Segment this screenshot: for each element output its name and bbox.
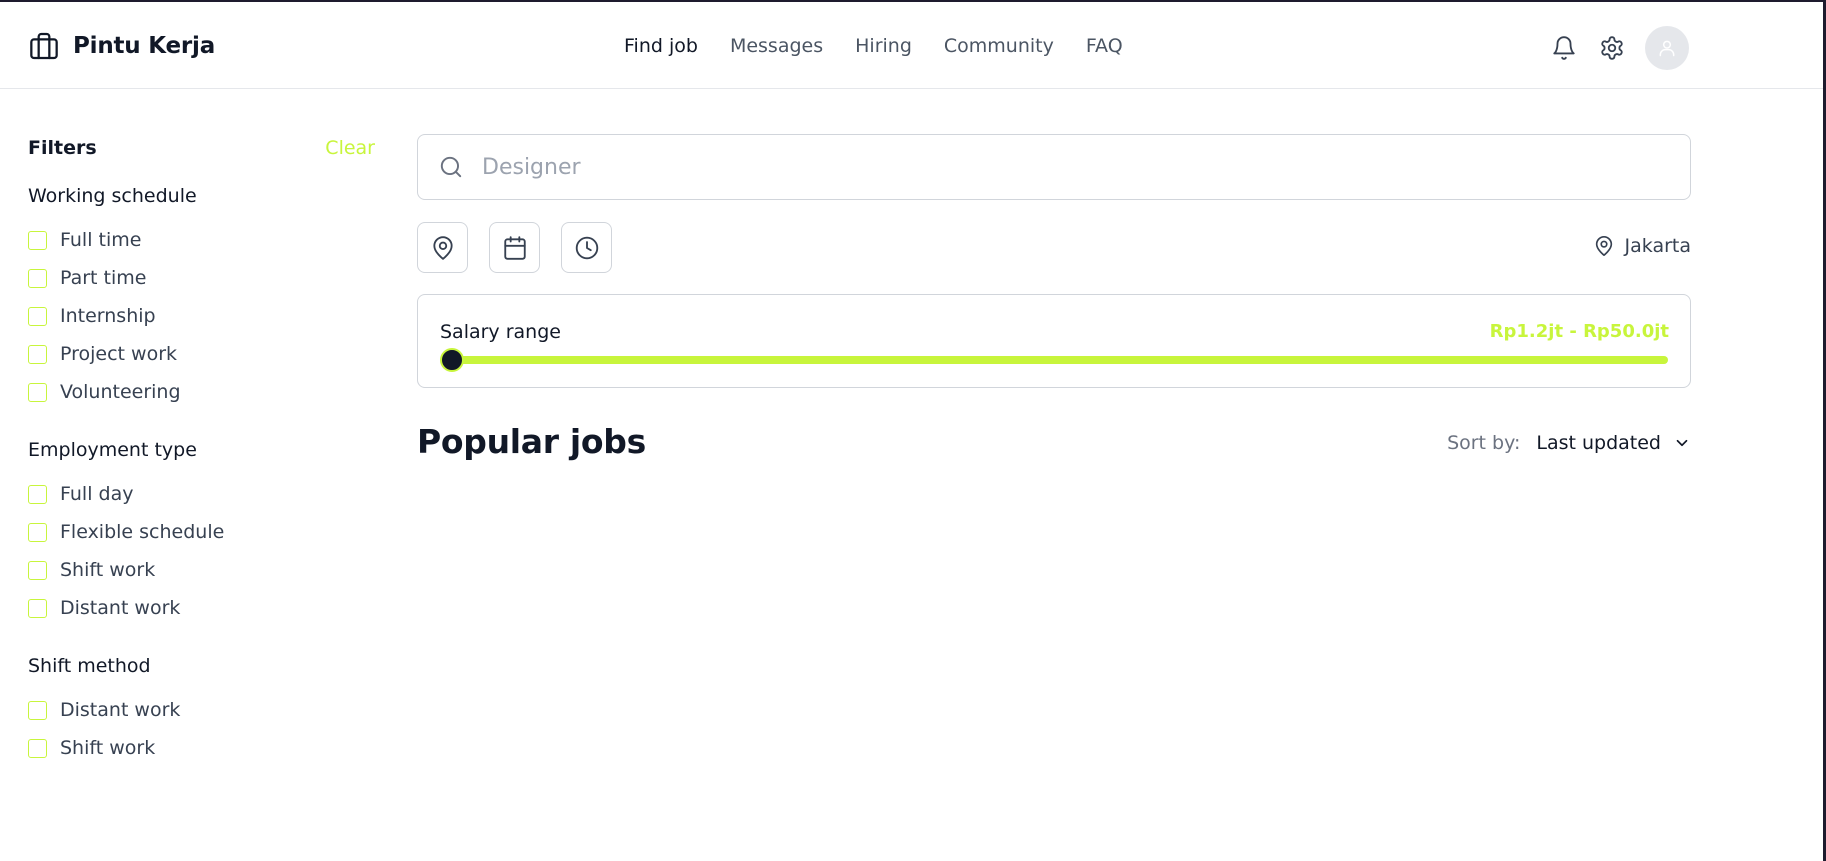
filter-option-label: Internship xyxy=(60,305,156,327)
filter-option-label: Flexible schedule xyxy=(60,521,225,543)
filter-option-label: Project work xyxy=(60,343,178,365)
checkbox[interactable] xyxy=(28,560,47,580)
checkbox[interactable] xyxy=(28,344,47,364)
checkbox[interactable] xyxy=(28,522,47,542)
nav-hiring[interactable]: Hiring xyxy=(855,35,912,57)
filter-option-full-day[interactable]: Full day xyxy=(28,483,133,505)
job-search-bar[interactable] xyxy=(417,134,1691,200)
checkbox[interactable] xyxy=(28,382,47,402)
filter-option-label: Shift work xyxy=(60,559,156,581)
filter-option-label: Distant work xyxy=(60,597,181,619)
salary-range-label: Salary range xyxy=(440,321,561,343)
gear-icon xyxy=(1601,36,1623,60)
sort-control: Sort by: Last updated xyxy=(1447,432,1691,454)
checkbox[interactable] xyxy=(28,598,47,618)
main-nav: Find job Messages Hiring Community FAQ xyxy=(624,35,1123,57)
filter-option-part-time[interactable]: Part time xyxy=(28,267,146,289)
filter-option-label: Distant work xyxy=(60,699,181,721)
filter-option-project-work[interactable]: Project work xyxy=(28,343,177,365)
filter-option-label: Part time xyxy=(60,267,147,289)
sort-dropdown[interactable]: Last updated xyxy=(1536,432,1691,454)
page: Pintu Kerja Find job Messages Hiring Com… xyxy=(0,2,1823,861)
checkbox[interactable] xyxy=(28,230,47,250)
group-title-employment-type: Employment type xyxy=(28,439,197,461)
nav-community[interactable]: Community xyxy=(944,35,1054,57)
bell-icon xyxy=(1553,36,1575,60)
filter-option-distant-work[interactable]: Distant work xyxy=(28,597,180,619)
filter-option-distant-work-shift[interactable]: Distant work xyxy=(28,699,180,721)
briefcase-icon xyxy=(30,32,58,60)
checkbox[interactable] xyxy=(28,268,47,288)
brand-name: Pintu Kerja xyxy=(73,33,216,59)
time-filter-button[interactable] xyxy=(561,222,612,273)
sort-value: Last updated xyxy=(1536,432,1661,454)
filter-option-flexible-schedule[interactable]: Flexible schedule xyxy=(28,521,224,543)
checkbox[interactable] xyxy=(28,306,47,326)
filter-option-internship[interactable]: Internship xyxy=(28,305,156,327)
clear-filters-button[interactable]: Clear xyxy=(325,137,375,159)
checkbox[interactable] xyxy=(28,738,47,758)
calendar-icon xyxy=(503,235,526,260)
filter-option-shift-work[interactable]: Shift work xyxy=(28,559,155,581)
brand[interactable]: Pintu Kerja xyxy=(28,30,215,62)
location-selector[interactable]: Jakarta xyxy=(1593,235,1691,257)
filter-option-shift-work-shift[interactable]: Shift work xyxy=(28,737,155,759)
filter-option-label: Volunteering xyxy=(60,381,181,403)
salary-slider-track[interactable] xyxy=(452,356,1668,364)
user-avatar[interactable] xyxy=(1645,26,1689,70)
notifications-button[interactable] xyxy=(1549,33,1579,63)
user-icon xyxy=(1659,40,1675,57)
chevron-down-icon xyxy=(1676,439,1688,447)
nav-messages[interactable]: Messages xyxy=(730,35,823,57)
group-title-shift-method: Shift method xyxy=(28,655,151,677)
popular-jobs-title: Popular jobs xyxy=(417,422,646,461)
checkbox[interactable] xyxy=(28,484,47,504)
search-icon xyxy=(440,156,462,178)
search-input[interactable] xyxy=(480,146,1690,188)
map-pin-icon xyxy=(432,235,453,260)
nav-find-job[interactable]: Find job xyxy=(624,35,698,57)
filters-title: Filters xyxy=(28,137,97,159)
filters-header: Filters Clear xyxy=(28,137,375,161)
date-filter-button[interactable] xyxy=(489,222,540,273)
salary-range-value: Rp1.2jt - Rp50.0jt xyxy=(1489,321,1669,342)
filter-option-label: Full time xyxy=(60,229,142,251)
filter-option-volunteering[interactable]: Volunteering xyxy=(28,381,181,403)
filter-option-full-time[interactable]: Full time xyxy=(28,229,141,251)
nav-faq[interactable]: FAQ xyxy=(1086,35,1123,57)
clock-icon xyxy=(575,236,598,259)
location-label: Jakarta xyxy=(1624,235,1691,257)
salary-slider-thumb[interactable] xyxy=(440,348,464,372)
location-filter-button[interactable] xyxy=(417,222,468,273)
salary-range-card: Salary range Rp1.2jt - Rp50.0jt xyxy=(417,294,1691,388)
filter-option-label: Shift work xyxy=(60,737,156,759)
top-navbar: Pintu Kerja Find job Messages Hiring Com… xyxy=(0,2,1823,89)
filter-option-label: Full day xyxy=(60,483,134,505)
group-title-working-schedule: Working schedule xyxy=(28,185,197,207)
map-pin-icon xyxy=(1595,236,1612,256)
checkbox[interactable] xyxy=(28,700,47,720)
sort-label: Sort by: xyxy=(1447,432,1521,454)
settings-button[interactable] xyxy=(1597,33,1627,63)
header-actions xyxy=(1549,26,1689,70)
